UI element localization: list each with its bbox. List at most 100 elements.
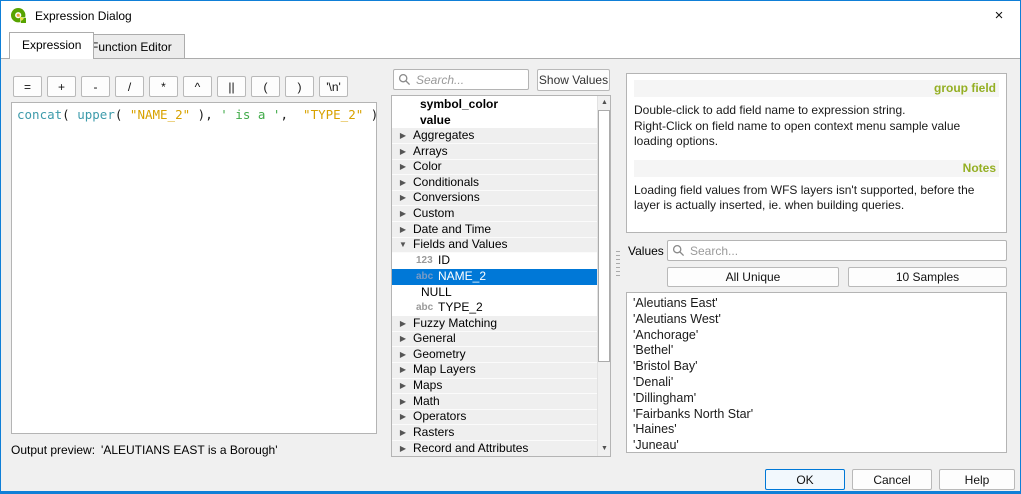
help-notes-title: Notes	[634, 160, 999, 177]
all-unique-button[interactable]: All Unique	[667, 267, 839, 287]
function-tree-item[interactable]: ▶Geometry	[392, 347, 597, 363]
operator-button[interactable]: *	[149, 76, 178, 97]
expression-token: (	[62, 107, 77, 122]
chevron-right-icon[interactable]: ▶	[396, 410, 410, 425]
expression-editor[interactable]: concat( upper( "NAME_2" ), ' is a ', "TY…	[11, 102, 377, 434]
chevron-right-icon[interactable]: ▶	[396, 425, 410, 440]
tree-item-label: Rasters	[413, 425, 454, 440]
function-tree-item[interactable]: abcTYPE_2	[392, 300, 597, 316]
function-tree-item[interactable]: symbol_color	[392, 97, 597, 113]
function-tree-item[interactable]: ▶General	[392, 332, 597, 348]
function-tree-item[interactable]: ▶Custom	[392, 206, 597, 222]
field-type-abc-icon: abc	[416, 269, 438, 285]
samples-button[interactable]: 10 Samples	[848, 267, 1007, 287]
scroll-down-icon[interactable]: ▼	[598, 442, 611, 456]
function-tree-item[interactable]: NULL	[392, 285, 597, 301]
tree-item-label: Custom	[413, 206, 454, 221]
operator-button[interactable]: /	[115, 76, 144, 97]
chevron-right-icon[interactable]: ▶	[396, 363, 410, 378]
help-title: group field	[634, 80, 999, 97]
tree-item-label: Arrays	[413, 144, 448, 159]
function-tree: symbol_colorvalue▶Aggregates▶Arrays▶Colo…	[391, 95, 611, 457]
value-list-item[interactable]: 'Juneau'	[633, 438, 1000, 453]
expression-token: concat	[17, 107, 62, 122]
tree-item-label: Operators	[413, 410, 466, 425]
value-list-item[interactable]: 'Denali'	[633, 375, 1000, 391]
function-tree-item[interactable]: ▶Fuzzy Matching	[392, 316, 597, 332]
chevron-right-icon[interactable]: ▶	[396, 191, 410, 206]
chevron-right-icon[interactable]: ▶	[396, 316, 410, 331]
value-list-item[interactable]: 'Bristol Bay'	[633, 359, 1000, 375]
close-icon[interactable]: ×	[988, 6, 1010, 26]
operator-button[interactable]: ||	[217, 76, 246, 97]
value-list-item[interactable]: 'Anchorage'	[633, 328, 1000, 344]
tree-item-label: Math	[413, 394, 440, 409]
scrollbar-thumb[interactable]	[598, 110, 610, 362]
chevron-right-icon[interactable]: ▶	[396, 206, 410, 221]
operator-button[interactable]: (	[251, 76, 280, 97]
value-list-item[interactable]: 'Aleutians East'	[633, 296, 1000, 312]
function-tree-item[interactable]: 123ID	[392, 253, 597, 269]
chevron-right-icon[interactable]: ▶	[396, 347, 410, 362]
expression-token: ,	[280, 107, 303, 122]
panel-splitter-handle[interactable]	[616, 251, 620, 277]
chevron-right-icon[interactable]: ▶	[396, 128, 410, 143]
expression-dialog: Expression Dialog × Expression Function …	[0, 0, 1021, 494]
function-tree-item[interactable]: value	[392, 113, 597, 129]
chevron-right-icon[interactable]: ▶	[396, 144, 410, 159]
expression-code: concat( upper( "NAME_2" ), ' is a ', "TY…	[17, 107, 377, 122]
chevron-right-icon[interactable]: ▶	[396, 379, 410, 394]
value-list-item[interactable]: 'Dillingham'	[633, 391, 1000, 407]
function-tree-item[interactable]: ▶Aggregates	[392, 128, 597, 144]
operator-button[interactable]: +	[47, 76, 76, 97]
operator-button[interactable]: =	[13, 76, 42, 97]
chevron-down-icon[interactable]: ▼	[396, 238, 410, 253]
function-tree-item[interactable]: ▶Operators	[392, 410, 597, 426]
tree-scrollbar[interactable]: ▲ ▼	[597, 96, 610, 456]
tab-bar: Expression Function Editor	[1, 31, 1020, 59]
function-tree-item[interactable]: ▶Arrays	[392, 144, 597, 160]
chevron-right-icon[interactable]: ▶	[396, 394, 410, 409]
function-tree-item[interactable]: ▶Map Layers	[392, 363, 597, 379]
function-tree-item[interactable]: ▼Fields and Values	[392, 238, 597, 254]
tree-item-label: value	[420, 113, 451, 129]
value-list-item[interactable]: 'Fairbanks North Star'	[633, 407, 1000, 423]
chevron-right-icon[interactable]: ▶	[396, 332, 410, 347]
function-tree-item[interactable]: abcNAME_2	[392, 269, 597, 285]
value-list-item[interactable]: 'Bethel'	[633, 343, 1000, 359]
output-preview: Output preview:'ALEUTIANS EAST is a Boro…	[11, 443, 277, 457]
field-type-abc-icon: abc	[416, 300, 438, 316]
chevron-right-icon[interactable]: ▶	[396, 175, 410, 190]
value-list-item[interactable]: 'Aleutians West'	[633, 312, 1000, 328]
values-label: Values	[628, 244, 664, 258]
tree-item-label: Date and Time	[413, 222, 491, 237]
scroll-up-icon[interactable]: ▲	[598, 96, 611, 110]
function-tree-list: symbol_colorvalue▶Aggregates▶Arrays▶Colo…	[392, 97, 597, 456]
chevron-right-icon[interactable]: ▶	[396, 160, 410, 175]
tab-expression[interactable]: Expression	[9, 32, 94, 59]
expression-token: ),	[190, 107, 220, 122]
chevron-right-icon[interactable]: ▶	[396, 441, 410, 456]
value-list-item[interactable]: 'Haines'	[633, 422, 1000, 438]
function-tree-item[interactable]: ▶Conversions	[392, 191, 597, 207]
function-tree-item[interactable]: ▶Color	[392, 160, 597, 176]
operator-button[interactable]: '\n'	[319, 76, 348, 97]
function-tree-item[interactable]: ▶Conditionals	[392, 175, 597, 191]
function-tree-item[interactable]: ▶Rasters	[392, 425, 597, 441]
operator-button[interactable]: ^	[183, 76, 212, 97]
chevron-right-icon[interactable]: ▶	[396, 222, 410, 237]
cancel-button[interactable]: Cancel	[852, 469, 932, 490]
operator-button[interactable]: -	[81, 76, 110, 97]
values-search-input[interactable]	[667, 240, 1007, 261]
function-tree-item[interactable]: ▶Math	[392, 394, 597, 410]
help-button[interactable]: Help	[939, 469, 1015, 490]
function-search-input[interactable]	[393, 69, 529, 90]
tree-item-label: ID	[438, 253, 450, 269]
show-values-button[interactable]: Show Values	[537, 69, 610, 91]
function-tree-item[interactable]: ▶Maps	[392, 379, 597, 395]
help-description: Double-click to add field name to expres…	[634, 103, 999, 150]
ok-button[interactable]: OK	[765, 469, 845, 490]
function-tree-item[interactable]: ▶Record and Attributes	[392, 441, 597, 457]
function-tree-item[interactable]: ▶Date and Time	[392, 222, 597, 238]
operator-button[interactable]: )	[285, 76, 314, 97]
